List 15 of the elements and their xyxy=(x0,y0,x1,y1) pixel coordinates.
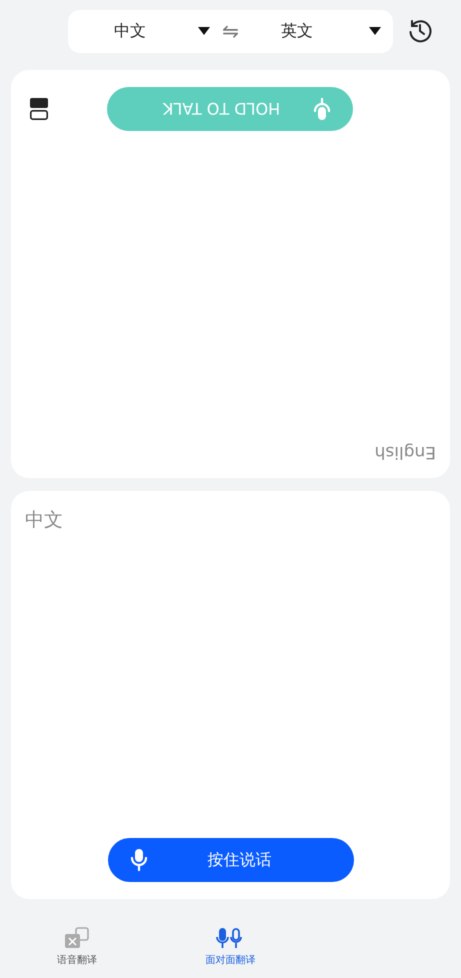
caret-icon xyxy=(198,27,210,35)
caret-icon xyxy=(369,27,381,35)
split-screen-icon[interactable] xyxy=(29,97,49,121)
history-icon[interactable] xyxy=(407,18,433,44)
microphones-icon xyxy=(216,927,244,949)
microphone-icon xyxy=(314,97,332,121)
language-label: English xyxy=(374,442,436,462)
source-language-dropdown[interactable]: 中文 xyxy=(68,20,222,42)
nav-tab[interactable]: 语音翻译 xyxy=(0,911,154,968)
target-language-dropdown[interactable]: 英文 xyxy=(238,20,393,42)
nav-tab[interactable]: 面对面翻译 xyxy=(154,911,308,968)
hold-to-talk-button[interactable]: 按住说话 xyxy=(108,838,354,882)
microphone-icon xyxy=(130,848,148,872)
swap-icon[interactable]: ⇋ xyxy=(222,19,239,43)
language-label: 中文 xyxy=(25,508,63,533)
